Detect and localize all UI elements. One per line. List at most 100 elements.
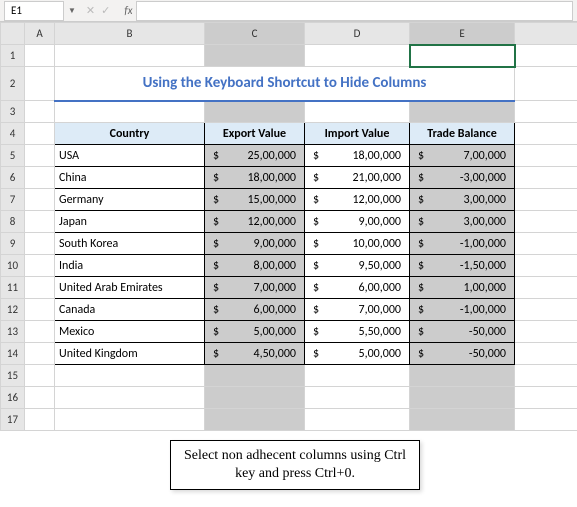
cell[interactable] (515, 409, 577, 431)
cell[interactable] (515, 123, 577, 145)
cell[interactable] (305, 409, 410, 431)
balance-cell[interactable]: $-3,00,000 (410, 167, 515, 189)
export-cell[interactable]: $25,00,000 (205, 145, 305, 167)
confirm-icon[interactable]: ✓ (101, 4, 110, 17)
cell[interactable] (25, 299, 55, 321)
cell[interactable] (515, 67, 577, 101)
country-cell[interactable]: Canada (55, 299, 205, 321)
cell[interactable] (25, 67, 55, 101)
row-header[interactable]: 13 (1, 321, 25, 343)
balance-cell[interactable]: $-1,00,000 (410, 233, 515, 255)
row-header[interactable]: 15 (1, 365, 25, 387)
cell[interactable] (25, 321, 55, 343)
cell[interactable] (25, 167, 55, 189)
cell[interactable] (55, 387, 205, 409)
cell[interactable] (55, 101, 205, 123)
row-header[interactable]: 1 (1, 45, 25, 67)
balance-cell[interactable]: $7,00,000 (410, 145, 515, 167)
country-cell[interactable]: Mexico (55, 321, 205, 343)
row-header[interactable]: 10 (1, 255, 25, 277)
export-cell[interactable]: $7,00,000 (205, 277, 305, 299)
export-cell[interactable]: $6,00,000 (205, 299, 305, 321)
row-header[interactable]: 4 (1, 123, 25, 145)
import-cell[interactable]: $5,00,000 (305, 343, 410, 365)
balance-cell[interactable]: $3,00,000 (410, 211, 515, 233)
row-header[interactable]: 9 (1, 233, 25, 255)
country-cell[interactable]: China (55, 167, 205, 189)
export-cell[interactable]: $5,00,000 (205, 321, 305, 343)
balance-cell[interactable]: $-1,50,000 (410, 255, 515, 277)
import-cell[interactable]: $18,00,000 (305, 145, 410, 167)
import-cell[interactable]: $9,00,000 (305, 211, 410, 233)
fx-icon[interactable]: fx (124, 4, 132, 17)
country-cell[interactable]: United Arab Emirates (55, 277, 205, 299)
balance-cell[interactable]: $-50,000 (410, 321, 515, 343)
row-header[interactable]: 11 (1, 277, 25, 299)
cell[interactable] (515, 255, 577, 277)
cell[interactable] (515, 189, 577, 211)
name-box-dropdown-icon[interactable]: ▼ (68, 6, 76, 16)
import-cell[interactable]: $5,50,000 (305, 321, 410, 343)
import-cell[interactable]: $6,00,000 (305, 277, 410, 299)
row-header[interactable]: 8 (1, 211, 25, 233)
export-cell[interactable]: $12,00,000 (205, 211, 305, 233)
cell[interactable] (515, 365, 577, 387)
country-cell[interactable]: Germany (55, 189, 205, 211)
export-cell[interactable]: $15,00,000 (205, 189, 305, 211)
balance-cell[interactable]: $3,00,000 (410, 189, 515, 211)
cell[interactable] (25, 45, 55, 67)
cell[interactable] (25, 101, 55, 123)
country-cell[interactable]: United Kingdom (55, 343, 205, 365)
cell[interactable] (515, 101, 577, 123)
cell[interactable] (515, 299, 577, 321)
row-header[interactable]: 12 (1, 299, 25, 321)
country-cell[interactable]: South Korea (55, 233, 205, 255)
cell[interactable] (410, 409, 515, 431)
row-header[interactable]: 14 (1, 343, 25, 365)
cell[interactable] (305, 101, 410, 123)
cell[interactable] (515, 211, 577, 233)
country-cell[interactable]: India (55, 255, 205, 277)
formula-input[interactable] (136, 1, 573, 21)
balance-cell[interactable]: $1,00,000 (410, 277, 515, 299)
table-header-country[interactable]: Country (55, 123, 205, 145)
col-header-d[interactable]: D (305, 23, 410, 45)
cell[interactable] (25, 387, 55, 409)
cell[interactable] (25, 123, 55, 145)
col-header-blank[interactable] (515, 23, 577, 45)
cell[interactable] (515, 321, 577, 343)
export-cell[interactable]: $9,00,000 (205, 233, 305, 255)
import-cell[interactable]: $12,00,000 (305, 189, 410, 211)
cell[interactable] (205, 365, 305, 387)
cell[interactable] (515, 343, 577, 365)
cell[interactable] (25, 145, 55, 167)
cell[interactable] (55, 365, 205, 387)
spreadsheet-grid[interactable]: A B C D E 1 2 Using the Keyboard Shortcu… (0, 22, 577, 431)
cell[interactable] (205, 45, 305, 67)
cell[interactable] (205, 409, 305, 431)
cell[interactable] (25, 409, 55, 431)
cell[interactable] (515, 167, 577, 189)
row-header[interactable]: 17 (1, 409, 25, 431)
col-header-b[interactable]: B (55, 23, 205, 45)
col-header-a[interactable]: A (25, 23, 55, 45)
row-header[interactable]: 2 (1, 67, 25, 101)
cell[interactable] (410, 387, 515, 409)
import-cell[interactable]: $10,00,000 (305, 233, 410, 255)
cell[interactable] (25, 211, 55, 233)
select-all-corner[interactable] (1, 23, 25, 45)
cell[interactable] (305, 387, 410, 409)
export-cell[interactable]: $8,00,000 (205, 255, 305, 277)
row-header[interactable]: 3 (1, 101, 25, 123)
cell[interactable] (25, 343, 55, 365)
name-box[interactable]: E1 (4, 1, 64, 21)
table-header-import[interactable]: Import Value (305, 123, 410, 145)
active-cell[interactable] (410, 45, 515, 67)
row-header[interactable]: 6 (1, 167, 25, 189)
row-header[interactable]: 7 (1, 189, 25, 211)
sheet-title[interactable]: Using the Keyboard Shortcut to Hide Colu… (55, 67, 515, 101)
import-cell[interactable]: $21,00,000 (305, 167, 410, 189)
cell[interactable] (55, 409, 205, 431)
cancel-icon[interactable]: ✕ (86, 4, 95, 17)
cell[interactable] (515, 233, 577, 255)
